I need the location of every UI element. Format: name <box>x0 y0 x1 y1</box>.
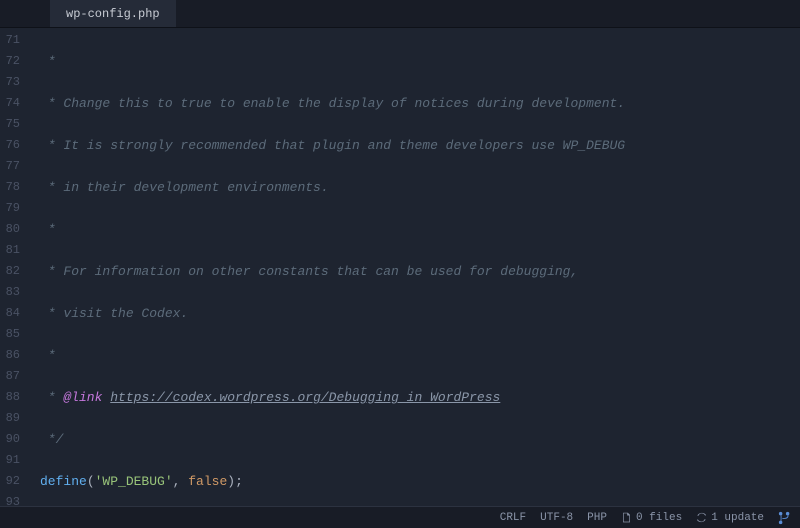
line-number: 72 <box>5 51 20 72</box>
line-number: 77 <box>5 156 20 177</box>
code-area[interactable]: * * Change this to true to enable the di… <box>30 28 800 506</box>
line-number-gutter: 71 72 73 74 75 76 77 78 79 80 81 82 83 8… <box>0 28 30 506</box>
code-line: * @link https://codex.wordpress.org/Debu… <box>40 387 800 408</box>
status-git-updates[interactable]: 1 update <box>696 512 764 524</box>
status-language[interactable]: PHP <box>587 512 607 524</box>
line-number: 76 <box>5 135 20 156</box>
line-number: 78 <box>5 177 20 198</box>
line-number: 71 <box>5 30 20 51</box>
line-number: 75 <box>5 114 20 135</box>
line-number: 82 <box>5 261 20 282</box>
status-git-files[interactable]: 0 files <box>621 512 682 524</box>
code-line: * visit the Codex. <box>40 303 800 324</box>
git-branch-icon[interactable] <box>778 511 792 525</box>
doc-link[interactable]: https://codex.wordpress.org/Debugging_in… <box>110 390 500 405</box>
line-number: 88 <box>5 387 20 408</box>
tab-filename: wp-config.php <box>66 7 160 21</box>
line-number: 86 <box>5 345 20 366</box>
line-number: 92 <box>5 471 20 492</box>
code-line: * in their development environments. <box>40 177 800 198</box>
line-number: 93 <box>5 492 20 506</box>
tab-spacer <box>0 0 50 27</box>
line-number: 79 <box>5 198 20 219</box>
line-number: 85 <box>5 324 20 345</box>
line-number: 91 <box>5 450 20 471</box>
code-line: define('WP_DEBUG', false); <box>40 471 800 492</box>
editor-pane[interactable]: 71 72 73 74 75 76 77 78 79 80 81 82 83 8… <box>0 28 800 506</box>
file-tab[interactable]: wp-config.php <box>50 0 177 27</box>
code-line: * <box>40 345 800 366</box>
file-icon <box>621 512 632 523</box>
line-number: 73 <box>5 72 20 93</box>
code-line: * <box>40 51 800 72</box>
line-number: 87 <box>5 366 20 387</box>
code-line: */ <box>40 429 800 450</box>
status-bar: CRLF UTF-8 PHP 0 files 1 update <box>0 506 800 528</box>
status-encoding[interactable]: UTF-8 <box>540 512 573 524</box>
code-line: * For information on other constants tha… <box>40 261 800 282</box>
line-number: 90 <box>5 429 20 450</box>
sync-icon <box>696 512 707 523</box>
line-number: 89 <box>5 408 20 429</box>
tab-bar: wp-config.php <box>0 0 800 28</box>
line-number: 74 <box>5 93 20 114</box>
status-line-ending[interactable]: CRLF <box>500 512 526 524</box>
code-line: * It is strongly recommended that plugin… <box>40 135 800 156</box>
code-line: * <box>40 219 800 240</box>
line-number: 83 <box>5 282 20 303</box>
line-number: 81 <box>5 240 20 261</box>
code-line: * Change this to true to enable the disp… <box>40 93 800 114</box>
line-number: 84 <box>5 303 20 324</box>
line-number: 80 <box>5 219 20 240</box>
